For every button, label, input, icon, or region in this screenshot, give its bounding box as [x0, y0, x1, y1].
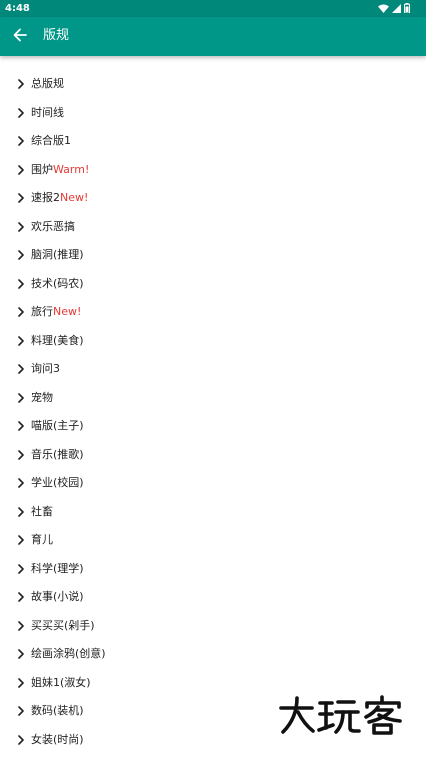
forum-item-label: 科学(理学): [31, 561, 84, 575]
forum-list-item[interactable]: 围炉 Warm!: [0, 156, 426, 185]
forum-item-label: 料理(美食): [31, 333, 84, 347]
forum-item-label: 脑洞(推理): [31, 248, 84, 262]
forum-list-item[interactable]: 社畜: [0, 498, 426, 527]
chevron-right-icon: [15, 107, 27, 119]
app-bar: 版规: [0, 17, 426, 56]
forum-item-label: 旅行: [31, 305, 53, 319]
forum-item-label: 音乐(推歌): [31, 447, 84, 461]
wifi-icon: [378, 4, 389, 13]
forum-list-item[interactable]: 绘画涂鸦(创意): [0, 640, 426, 669]
chevron-right-icon: [15, 506, 27, 518]
forum-item-label: 时间线: [31, 105, 64, 119]
arrow-left-icon: [13, 27, 27, 46]
forum-item-label: 询问3: [31, 362, 60, 376]
chevron-right-icon: [15, 734, 27, 746]
signal-icon: [392, 3, 401, 13]
forum-item-label: 围炉: [31, 162, 53, 176]
forum-item-label: 宠物: [31, 390, 53, 404]
forum-list-item[interactable]: 技术(码农): [0, 270, 426, 299]
forum-list-item[interactable]: 速报2 New!: [0, 184, 426, 213]
forum-item-label: 欢乐恶搞: [31, 219, 75, 233]
chevron-right-icon: [15, 534, 27, 546]
chevron-right-icon: [15, 221, 27, 233]
forum-list-item[interactable]: 喵版(主子): [0, 412, 426, 441]
chevron-right-icon: [15, 278, 27, 290]
status-icons: [378, 3, 410, 13]
chevron-right-icon: [15, 420, 27, 432]
chevron-right-icon: [15, 648, 27, 660]
chevron-right-icon: [15, 192, 27, 204]
back-button[interactable]: [8, 24, 32, 48]
forum-list-item[interactable]: 综合版1: [0, 127, 426, 156]
watermark-logo: [278, 694, 408, 736]
chevron-right-icon: [15, 335, 27, 347]
chevron-right-icon: [15, 135, 27, 147]
forum-item-label: 数码(装机): [31, 704, 84, 718]
forum-list-item[interactable]: 旅行 New!: [0, 298, 426, 327]
forum-list-item[interactable]: 音乐(推歌): [0, 441, 426, 470]
forum-list-item[interactable]: 姐妹1(淑女): [0, 669, 426, 698]
forum-item-label: 育儿: [31, 533, 53, 547]
chevron-right-icon: [15, 677, 27, 689]
forum-item-label: 故事(小说): [31, 590, 84, 604]
forum-list-item[interactable]: 买买买(剁手): [0, 612, 426, 641]
forum-item-badge: New!: [53, 305, 82, 319]
forum-list-item[interactable]: 学业(校园): [0, 469, 426, 498]
forum-item-label: 速报2: [31, 191, 60, 205]
forum-item-label: 学业(校园): [31, 476, 84, 490]
forum-list-item[interactable]: 宠物: [0, 384, 426, 413]
battery-icon: [404, 3, 410, 13]
forum-item-badge: New!: [60, 191, 89, 205]
chevron-right-icon: [15, 591, 27, 603]
chevron-right-icon: [15, 477, 27, 489]
chevron-right-icon: [15, 249, 27, 261]
forum-item-badge: Warm!: [53, 162, 90, 176]
forum-list-item[interactable]: 料理(美食): [0, 327, 426, 356]
forum-list-item[interactable]: 询问3: [0, 355, 426, 384]
forum-item-label: 综合版1: [31, 134, 71, 148]
forum-list-item[interactable]: 时间线: [0, 99, 426, 128]
chevron-right-icon: [15, 705, 27, 717]
forum-list-item[interactable]: 育儿: [0, 526, 426, 555]
forum-item-label: 绘画涂鸦(创意): [31, 647, 106, 661]
page-title: 版规: [43, 28, 70, 43]
forum-item-label: 姐妹1(淑女): [31, 675, 91, 689]
forum-item-label: 技术(码农): [31, 276, 84, 290]
chevron-right-icon: [15, 392, 27, 404]
status-time: 4:48: [5, 3, 30, 14]
forum-item-label: 总版规: [31, 77, 64, 91]
chevron-right-icon: [15, 78, 27, 90]
chevron-right-icon: [15, 620, 27, 632]
status-bar: 4:48: [0, 0, 426, 17]
forum-list-item[interactable]: 故事(小说): [0, 583, 426, 612]
chevron-right-icon: [15, 449, 27, 461]
forum-item-label: 社畜: [31, 504, 53, 518]
forum-list-item[interactable]: 科学(理学): [0, 555, 426, 584]
forum-item-label: 买买买(剁手): [31, 618, 95, 632]
chevron-right-icon: [15, 164, 27, 176]
forum-list-item[interactable]: 总版规: [0, 70, 426, 99]
forum-list: 总版规 时间线 综合版1 围炉 Warm! 速报2 New! 欢乐恶搞 脑洞(推理) 技术(码农)…: [0, 70, 426, 754]
forum-list-item[interactable]: 脑洞(推理): [0, 241, 426, 270]
chevron-right-icon: [15, 306, 27, 318]
forum-item-label: 喵版(主子): [31, 419, 84, 433]
chevron-right-icon: [15, 563, 27, 575]
forum-list-item[interactable]: 欢乐恶搞: [0, 213, 426, 242]
forum-item-label: 女装(时尚): [31, 732, 84, 746]
chevron-right-icon: [15, 363, 27, 375]
